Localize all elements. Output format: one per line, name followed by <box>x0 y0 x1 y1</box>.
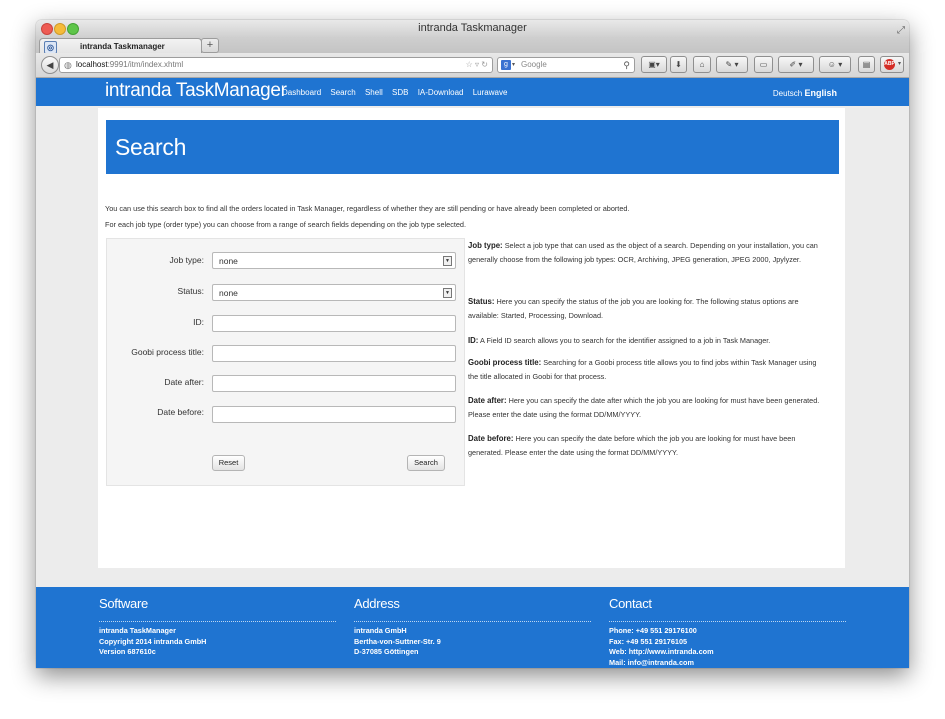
job-type-value: none <box>219 256 238 266</box>
help-date-before: Date before: Here you can specify the da… <box>468 434 796 457</box>
footer: Software intranda TaskManager Copyright … <box>36 587 909 668</box>
help-goobi-title: Goobi process title: Searching for a Goo… <box>468 358 817 381</box>
job-type-label: Job type: <box>169 255 205 265</box>
page-header: Search <box>106 120 839 174</box>
download-icon[interactable]: ⬇ <box>670 56 687 73</box>
help-job-type: Job type: Select a job type that can use… <box>468 241 818 264</box>
search-form: Job type: none ▼ Status: none ▼ ID: Goob… <box>106 238 465 486</box>
footer-software-lines: intranda TaskManager Copyright 2014 intr… <box>99 626 207 656</box>
app-logo[interactable]: intranda TaskManager <box>105 80 287 102</box>
contact-mail-link[interactable]: Mail: info@intranda.com <box>609 658 714 669</box>
settings-icon[interactable]: ☺ ▾ <box>819 56 851 73</box>
lang-english[interactable]: English <box>804 88 837 98</box>
nav-item-shell[interactable]: Shell <box>365 88 383 97</box>
language-switch: Deutsch English <box>773 88 837 98</box>
search-placeholder: Google <box>521 60 547 69</box>
chevron-down-icon: ▼ <box>443 288 452 298</box>
goobi-title-input[interactable] <box>212 345 456 362</box>
close-window-icon[interactable] <box>41 23 53 35</box>
id-label: ID: <box>193 317 204 327</box>
browser-window: intranda Taskmanager ⤢ ◎ intranda Taskma… <box>36 20 909 668</box>
back-icon[interactable]: ◀ <box>41 56 59 74</box>
minimize-window-icon[interactable] <box>54 23 66 35</box>
status-select[interactable]: none ▼ <box>212 284 456 301</box>
title-bar: intranda Taskmanager ⤢ <box>36 20 909 37</box>
url-text: localhost:9991/itm/index.xhtml <box>76 60 184 69</box>
tab-label: intranda Taskmanager <box>80 42 165 51</box>
footer-contact-lines: Phone: +49 551 29176100 Fax: +49 551 291… <box>609 626 714 668</box>
engine-dropdown-icon[interactable]: ▾ <box>512 58 515 72</box>
contact-web-link[interactable]: Web: http://www.intranda.com <box>609 647 714 658</box>
nav-item-sdb[interactable]: SDB <box>392 88 408 97</box>
date-before-label: Date before: <box>157 407 204 417</box>
goobi-title-label: Goobi process title: <box>131 347 204 357</box>
magnifier-icon[interactable]: ⚲ <box>623 58 630 72</box>
contact-fax: Fax: +49 551 29176105 <box>609 636 688 646</box>
reader-icon[interactable]: ▤ <box>858 56 875 73</box>
new-tab-button[interactable]: + <box>201 38 219 53</box>
nav-item-ia-download[interactable]: IA-Download <box>418 88 464 97</box>
reset-button[interactable]: Reset <box>212 455 245 471</box>
search-engine-box[interactable]: g ▾ Google ⚲ <box>497 57 635 73</box>
screenshot-icon[interactable]: ▣▾ <box>641 56 667 73</box>
help-status: Status: Here you can specify the status … <box>468 297 799 320</box>
bookmark-star-reload-icons[interactable]: ☆ ▿ ↻ <box>466 58 488 72</box>
job-type-select[interactable]: none ▼ <box>212 252 456 269</box>
page-title: Search <box>115 134 187 160</box>
window-title: intranda Taskmanager <box>418 22 527 34</box>
nav-item-lurawave[interactable]: Lurawave <box>473 88 508 97</box>
lang-deutsch[interactable]: Deutsch <box>773 89 802 98</box>
help-date-after: Date after: Here you can specify the dat… <box>468 396 820 419</box>
tab-bar: ◎ intranda Taskmanager + <box>36 37 909 54</box>
contact-phone: Phone: +49 551 29176100 <box>609 626 697 635</box>
adblock-dropdown-icon[interactable]: ▾ <box>898 57 901 72</box>
footer-address-title: Address <box>354 596 400 611</box>
date-after-label: Date after: <box>164 377 204 387</box>
globe-icon: ◍ <box>64 60 72 70</box>
browser-tab[interactable]: ◎ intranda Taskmanager <box>39 38 202 54</box>
content-panel: Search You can use this search box to fi… <box>98 108 845 568</box>
main-nav: Dashboard Search Shell SDB IA-Download L… <box>282 88 514 97</box>
page-viewport: intranda TaskManager Dashboard Search Sh… <box>36 78 909 668</box>
adblock-icon: ABP <box>884 59 895 70</box>
divider <box>609 621 846 622</box>
google-icon[interactable]: g <box>501 60 511 70</box>
nav-item-search[interactable]: Search <box>330 88 355 97</box>
status-value: none <box>219 288 238 298</box>
footer-contact-title: Contact <box>609 596 652 611</box>
divider <box>354 621 591 622</box>
home-icon[interactable]: ⌂ <box>693 56 711 73</box>
help-id: ID: A Field ID search allows you to sear… <box>468 336 771 345</box>
browser-toolbar: ◀ ◍ localhost:9991/itm/index.xhtml ☆ ▿ ↻… <box>36 53 909 78</box>
nav-item-dashboard[interactable]: Dashboard <box>282 88 321 97</box>
adblock-button[interactable]: ABP ▾ <box>880 56 904 73</box>
status-label: Status: <box>177 286 204 296</box>
intro-line-2: For each job type (order type) you can c… <box>105 220 467 229</box>
address-bar[interactable]: ◍ localhost:9991/itm/index.xhtml ☆ ▿ ↻ <box>59 57 493 73</box>
date-before-input[interactable] <box>212 406 456 423</box>
footer-address-lines: intranda GmbH Bertha-von-Suttner-Str. 9 … <box>354 626 441 656</box>
maximize-window-icon[interactable] <box>67 23 79 35</box>
note-icon[interactable]: ▭ <box>754 56 773 73</box>
edit-tool-icon[interactable]: ✐ ▾ <box>778 56 814 73</box>
extension-icon[interactable]: ✎ ▾ <box>716 56 748 73</box>
search-button[interactable]: Search <box>407 455 445 471</box>
intro-line-1: You can use this search box to find all … <box>105 204 630 213</box>
app-header: intranda TaskManager Dashboard Search Sh… <box>36 78 909 106</box>
id-input[interactable] <box>212 315 456 332</box>
divider <box>99 621 336 622</box>
date-after-input[interactable] <box>212 375 456 392</box>
footer-software-title: Software <box>99 596 148 611</box>
chevron-down-icon: ▼ <box>443 256 452 266</box>
